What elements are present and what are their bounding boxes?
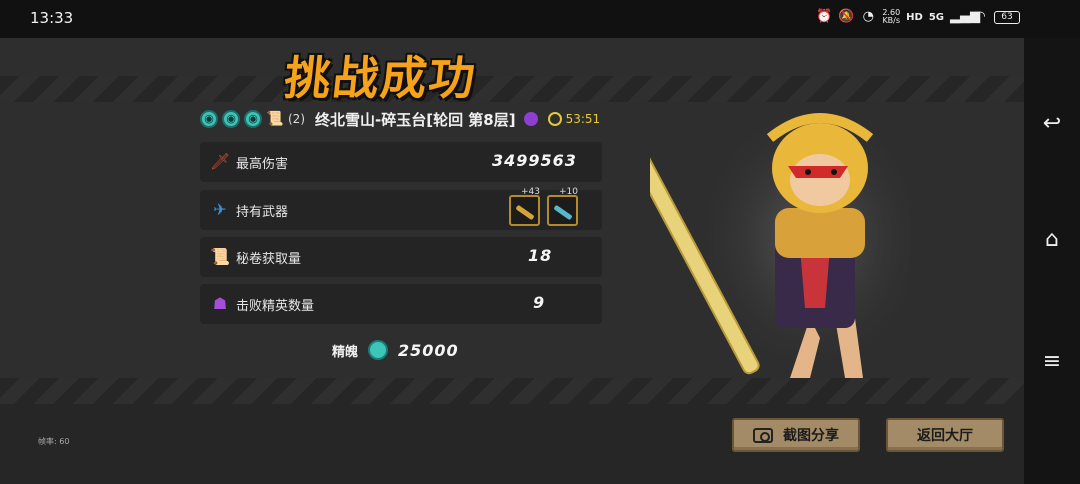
stat-label: 持有武器: [236, 205, 289, 220]
stat-row-weapons: ✈ 持有武器 +43 +10: [200, 187, 602, 230]
speedometer-icon: ◔: [862, 9, 875, 24]
bottom-band: [0, 404, 1024, 484]
weapon-level: +43: [521, 187, 540, 197]
battery-indicator: 63: [994, 10, 1020, 24]
wifi-icon: ◠: [974, 9, 986, 24]
scroll-icon: 📜: [210, 247, 230, 266]
monkey-king-character: [650, 98, 910, 378]
hd-badge: HD: [906, 11, 923, 23]
stat-row-max-damage: 🗡 最高伤害 3499563: [200, 142, 602, 182]
network-badge: 5G: [928, 11, 944, 23]
menu-icon[interactable]: ≡: [1038, 348, 1066, 376]
net-speed: 2.60 KB/s: [882, 8, 901, 25]
system-nav-bar: ↩ ⌂ ≡: [1024, 38, 1080, 484]
fps-counter: 帧率: 60: [38, 437, 70, 446]
stat-value: 18: [528, 246, 553, 265]
stat-row-scrolls: 📜 秘卷获取量 18: [200, 237, 602, 277]
skill-icon-2: ◉: [222, 110, 240, 128]
reincarnation-icon: [523, 112, 538, 126]
return-lobby-button[interactable]: 返回大厅: [886, 418, 1004, 452]
mute-icon: 🔕: [838, 9, 855, 24]
weapon-icon: ✈: [213, 200, 227, 219]
status-time: 13:33: [30, 9, 74, 27]
soul-gem-icon: [368, 340, 389, 360]
scroll-count: (2): [288, 112, 305, 126]
blade-icon: [553, 204, 573, 221]
back-icon[interactable]: ↩: [1038, 110, 1066, 138]
result-title: 挑战成功: [281, 51, 480, 105]
skill-icon-1: ◉: [200, 110, 218, 128]
stage-info: ◉ ◉ ◉ 📜 (2) 终北雪山-碎玉台[轮回 第8层] 53:51: [200, 108, 600, 130]
camera-icon: [753, 427, 773, 443]
share-button-label: 截图分享: [783, 428, 839, 444]
skill-icon-3: ◉: [244, 110, 262, 128]
soul-value: 25000: [398, 340, 459, 360]
weapon-slot-2[interactable]: +10: [547, 187, 578, 226]
home-icon[interactable]: ⌂: [1038, 226, 1066, 254]
alarm-icon: ⏰: [816, 9, 833, 24]
elite-icon: ☗: [212, 294, 228, 313]
stat-label: 秘卷获取量: [236, 252, 302, 267]
scroll-icon: 📜: [266, 111, 284, 127]
stage-name: 终北雪山-碎玉台[轮回 第8层]: [315, 110, 516, 129]
weapon-slot-1[interactable]: +43: [509, 187, 540, 226]
dagger-icon: 🗡: [210, 152, 231, 171]
weapon-level: +10: [559, 187, 578, 197]
clear-time: 53:51: [565, 112, 601, 126]
stat-row-elites: ☗ 击败精英数量 9: [200, 284, 602, 324]
sword-icon: [515, 204, 535, 221]
soul-label: 精魄: [332, 344, 359, 360]
soul-reward: 精魄 25000: [332, 340, 459, 360]
share-screenshot-button[interactable]: 截图分享: [732, 418, 860, 452]
status-icons: ⏰ 🔕 ◔ 2.60 KB/s HD 5G ▂▄▆ ◠ 63: [816, 9, 1020, 25]
game-screen: 挑战成功 ◉ ◉ ◉ 📜 (2) 终北雪山-碎玉台[轮回 第8层] 53:51 …: [0, 38, 1024, 484]
back-button-label: 返回大厅: [917, 428, 973, 444]
stat-label: 击败精英数量: [236, 299, 315, 314]
stat-label: 最高伤害: [236, 157, 289, 172]
clock-icon: [547, 112, 562, 126]
status-bar: 13:33 ⏰ 🔕 ◔ 2.60 KB/s HD 5G ▂▄▆ ◠ 63: [0, 0, 1080, 38]
stat-value: 9: [533, 293, 546, 312]
signal-icon: ▂▄▆: [950, 9, 980, 24]
stat-value: 3499563: [492, 151, 577, 170]
